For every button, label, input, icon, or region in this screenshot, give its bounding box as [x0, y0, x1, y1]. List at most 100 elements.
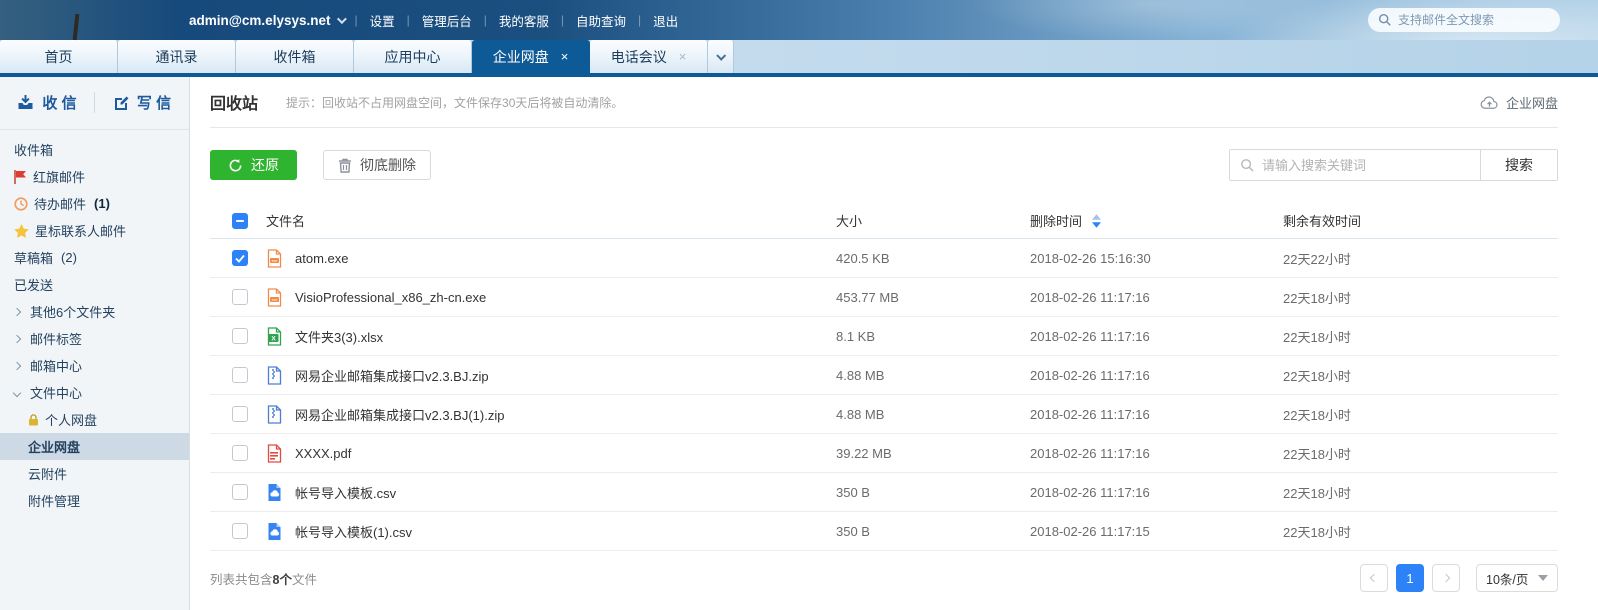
file-size: 350 B: [836, 485, 870, 500]
sidebar-item-星标联系人邮件[interactable]: 星标联系人邮件: [0, 217, 189, 244]
tab-首页[interactable]: 首页: [0, 40, 118, 73]
page-number-button[interactable]: 1: [1396, 564, 1424, 592]
restore-button[interactable]: 还原: [210, 150, 297, 180]
tab-label: 应用中心: [385, 47, 441, 67]
tab-通讯录[interactable]: 通讯录: [118, 40, 236, 73]
chevron-right-icon[interactable]: [13, 334, 21, 342]
sidebar-item-待办邮件[interactable]: 待办邮件(1): [0, 190, 189, 217]
sidebar-item-草稿箱[interactable]: 草稿箱(2): [0, 244, 189, 271]
chevron-left-icon: [1370, 574, 1378, 582]
receive-mail-button[interactable]: 收 信: [0, 92, 95, 113]
compose-mail-button[interactable]: 写 信: [95, 92, 189, 113]
tab-label: 企业网盘: [493, 47, 549, 67]
sidebar-item-附件管理[interactable]: 附件管理: [0, 487, 189, 514]
row-checkbox[interactable]: [232, 250, 248, 266]
close-icon[interactable]: ×: [561, 50, 569, 63]
next-page-button[interactable]: [1432, 564, 1460, 592]
file-search-button[interactable]: 搜索: [1480, 150, 1557, 180]
sidebar-item-文件中心[interactable]: 文件中心: [0, 379, 189, 406]
deleted-time: 2018-02-26 11:17:16: [1030, 329, 1150, 344]
chevron-right-icon[interactable]: [13, 361, 21, 369]
row-checkbox[interactable]: [232, 523, 248, 539]
chevron-right-icon: [1442, 574, 1450, 582]
tab-收件箱[interactable]: 收件箱: [236, 40, 354, 73]
pagination: 1 10条/页: [1360, 564, 1558, 592]
file-name[interactable]: XXXX.pdf: [295, 446, 351, 461]
delete-forever-button[interactable]: 彻底删除: [323, 150, 431, 180]
divider: |: [354, 13, 357, 27]
enterprise-disk-link[interactable]: 企业网盘: [1480, 93, 1558, 112]
sidebar-item-label: 收件箱: [14, 140, 53, 159]
prev-page-button[interactable]: [1360, 564, 1388, 592]
sidebar-item-其他6个文件夹[interactable]: 其他6个文件夹: [0, 298, 189, 325]
table-row[interactable]: exeatom.exe420.5 KB2018-02-26 15:16:3022…: [210, 239, 1558, 278]
file-name[interactable]: VisioProfessional_x86_zh-cn.exe: [295, 290, 486, 305]
file-name[interactable]: 网易企业邮箱集成接口v2.3.BJ(1).zip: [295, 405, 504, 424]
sidebar-item-云附件[interactable]: 云附件: [0, 460, 189, 487]
select-all-checkbox[interactable]: [232, 213, 248, 229]
divider: |: [638, 13, 641, 27]
row-checkbox[interactable]: [232, 328, 248, 344]
row-checkbox[interactable]: [232, 289, 248, 305]
sort-asc-icon: [1092, 214, 1101, 220]
top-menu-item[interactable]: 管理后台: [420, 11, 474, 30]
sidebar-item-红旗邮件[interactable]: 红旗邮件: [0, 163, 189, 190]
deleted-time: 2018-02-26 11:17:16: [1030, 485, 1150, 500]
tab-电话会议[interactable]: 电话会议×: [590, 40, 708, 73]
page-size-select[interactable]: 10条/页: [1476, 564, 1558, 592]
row-checkbox[interactable]: [232, 367, 248, 383]
tab-label: 首页: [45, 47, 73, 67]
sidebar-item-label: 已发送: [14, 275, 53, 294]
mail-search-pill[interactable]: [1368, 8, 1560, 32]
remaining-time: 22天18小时: [1283, 408, 1351, 423]
account-menu[interactable]: admin@cm.elysys.net: [189, 13, 344, 28]
mail-search-input[interactable]: [1398, 13, 1538, 27]
sidebar-item-已发送[interactable]: 已发送: [0, 271, 189, 298]
file-name[interactable]: 网易企业邮箱集成接口v2.3.BJ.zip: [295, 366, 489, 385]
top-menu-item[interactable]: 退出: [651, 11, 680, 30]
cloud-upload-icon: [1480, 95, 1499, 110]
file-name[interactable]: 帐号导入模板(1).csv: [295, 522, 412, 541]
top-menu-item[interactable]: 我的客服: [497, 11, 551, 30]
sort-control[interactable]: [1092, 214, 1101, 228]
file-name[interactable]: 文件夹3(3).xlsx: [295, 327, 383, 346]
table-row[interactable]: X文件夹3(3).xlsx8.1 KB2018-02-26 11:17:1622…: [210, 317, 1558, 356]
sidebar-item-收件箱[interactable]: 收件箱: [0, 136, 189, 163]
close-icon[interactable]: ×: [679, 50, 687, 63]
tab-企业网盘[interactable]: 企业网盘 ×: [472, 40, 590, 73]
svg-text:exe: exe: [272, 259, 278, 263]
col-header-deleted-time[interactable]: 删除时间: [1030, 211, 1283, 230]
file-name[interactable]: atom.exe: [295, 251, 348, 266]
chevron-right-icon[interactable]: [13, 307, 21, 315]
receive-mail-icon: [17, 94, 34, 110]
row-checkbox[interactable]: [232, 445, 248, 461]
sidebar-item-label: 企业网盘: [28, 437, 80, 456]
file-search-box: [1230, 150, 1480, 180]
file-size: 4.88 MB: [836, 368, 884, 383]
tab-overflow-button[interactable]: [708, 40, 734, 73]
file-name[interactable]: 帐号导入模板.csv: [295, 483, 396, 502]
deleted-time: 2018-02-26 11:17:16: [1030, 290, 1150, 305]
sidebar-item-邮件标签[interactable]: 邮件标签: [0, 325, 189, 352]
sidebar-item-个人网盘[interactable]: 个人网盘: [0, 406, 189, 433]
sidebar-item-label: 附件管理: [28, 491, 80, 510]
tab-label: 通讯录: [156, 47, 198, 67]
table-row[interactable]: 帐号导入模板.csv350 B2018-02-26 11:17:1622天18小…: [210, 473, 1558, 512]
star-icon: [14, 224, 29, 238]
row-checkbox[interactable]: [232, 406, 248, 422]
table-row[interactable]: exeVisioProfessional_x86_zh-cn.exe453.77…: [210, 278, 1558, 317]
search-icon: [1240, 158, 1255, 173]
row-checkbox[interactable]: [232, 484, 248, 500]
summary-suffix: 文件: [292, 573, 317, 587]
table-row[interactable]: 网易企业邮箱集成接口v2.3.BJ.zip4.88 MB2018-02-26 1…: [210, 356, 1558, 395]
top-menu-item[interactable]: 自助查询: [574, 11, 628, 30]
sidebar-item-企业网盘[interactable]: 企业网盘: [0, 433, 189, 460]
table-row[interactable]: XXXX.pdf39.22 MB2018-02-26 11:17:1622天18…: [210, 434, 1558, 473]
table-row[interactable]: 帐号导入模板(1).csv350 B2018-02-26 11:17:1522天…: [210, 512, 1558, 551]
chevron-down-icon[interactable]: [13, 388, 21, 396]
file-search-input[interactable]: [1262, 158, 1470, 173]
top-menu-item[interactable]: 设置: [368, 11, 397, 30]
sidebar-item-邮箱中心[interactable]: 邮箱中心: [0, 352, 189, 379]
tab-应用中心[interactable]: 应用中心: [354, 40, 472, 73]
table-row[interactable]: 网易企业邮箱集成接口v2.3.BJ(1).zip4.88 MB2018-02-2…: [210, 395, 1558, 434]
